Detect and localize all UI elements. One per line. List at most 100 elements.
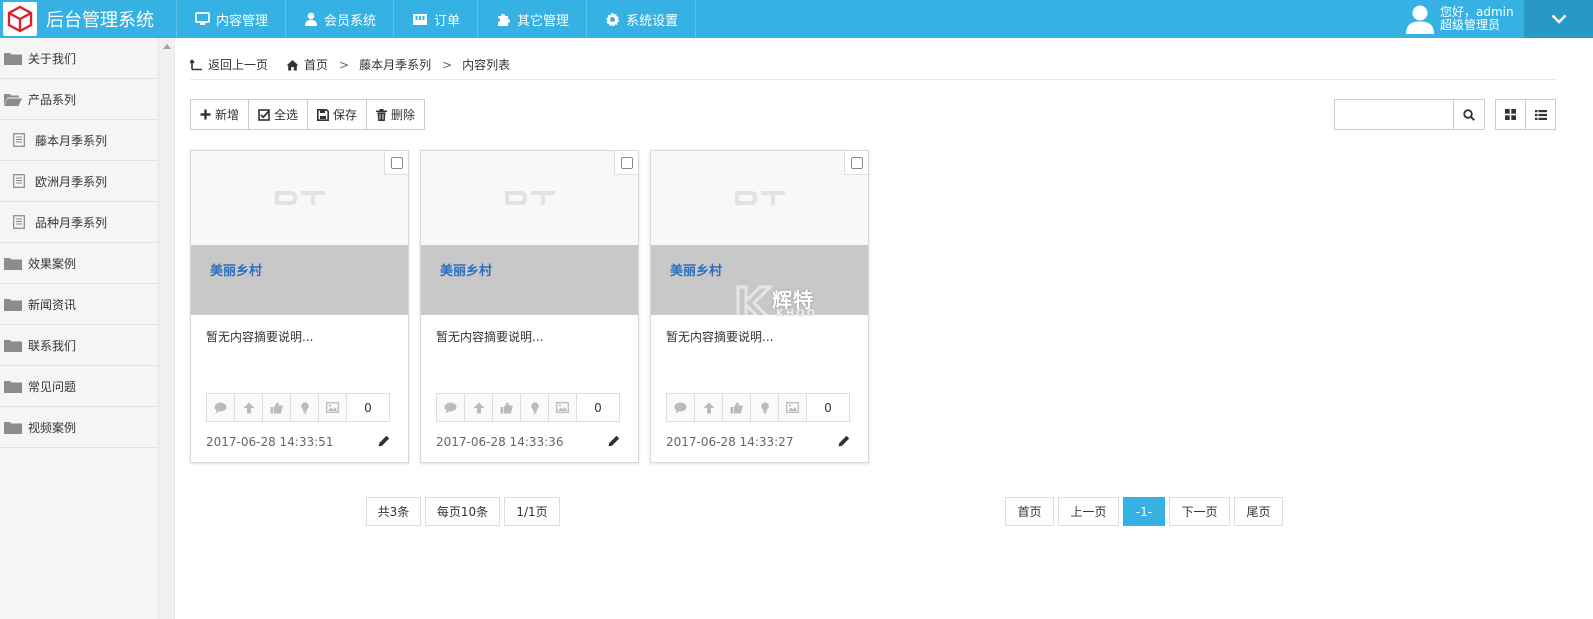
scroll-up-arrow-icon[interactable] <box>163 44 171 49</box>
logo[interactable]: 后台管理系统 <box>0 0 176 38</box>
comment-icon <box>674 402 687 413</box>
sidebar-item-climbing-rose[interactable]: 藤本月季系列 <box>0 120 158 161</box>
current-page-button[interactable]: -1- <box>1123 497 1165 526</box>
user-menu-toggle[interactable] <box>1524 0 1593 38</box>
watermark-subtext: KHOO <box>776 308 818 319</box>
sidebar-item-faq[interactable]: 常见问题 <box>0 366 158 407</box>
recommend-stat[interactable] <box>520 393 549 422</box>
search-button[interactable] <box>1454 99 1485 130</box>
grid-view-button[interactable] <box>1495 99 1526 130</box>
breadcrumb-home[interactable]: 首页 <box>286 56 328 73</box>
nav-other-management[interactable]: 其它管理 <box>478 0 588 38</box>
folder-icon <box>4 52 22 65</box>
trash-icon <box>376 108 388 121</box>
pencil-icon <box>608 435 620 447</box>
monitor-icon <box>195 12 210 25</box>
like-stat[interactable] <box>722 393 751 422</box>
top-stat[interactable] <box>464 393 493 422</box>
sidebar-item-videos[interactable]: 视频案例 <box>0 407 158 448</box>
delete-button[interactable]: 删除 <box>366 99 426 130</box>
card-title[interactable]: 美丽乡村 <box>440 260 492 279</box>
card-checkbox[interactable] <box>384 151 408 175</box>
last-page-button[interactable]: 尾页 <box>1234 497 1283 526</box>
toolbar: 新增 全选 保存 删除 <box>190 99 426 130</box>
back-link[interactable]: 返回上一页 <box>190 56 268 73</box>
edit-button[interactable] <box>838 435 850 450</box>
arrow-up-icon <box>473 402 484 413</box>
thumbs-up-icon <box>730 402 743 413</box>
stat-count: 0 <box>806 393 850 422</box>
top-stat[interactable] <box>234 393 263 422</box>
check-square-icon <box>258 108 270 121</box>
folder-icon <box>4 421 22 434</box>
card-date: 2017-06-28 14:33:27 <box>666 435 794 449</box>
checkbox-box <box>850 156 863 169</box>
sidebar-item-variety-rose[interactable]: 品种月季系列 <box>0 202 158 243</box>
select-all-button[interactable]: 全选 <box>248 99 309 130</box>
card-date: 2017-06-28 14:33:36 <box>436 435 564 449</box>
checkbox-box <box>390 156 403 169</box>
search-input[interactable] <box>1334 99 1454 130</box>
image-stat[interactable] <box>548 393 577 422</box>
edit-button[interactable] <box>378 435 390 450</box>
placeholder-logo-icon <box>504 191 555 205</box>
sidebar-item-contact[interactable]: 联系我们 <box>0 325 158 366</box>
top-bar: 后台管理系统 内容管理 会员系统 订单 其它管理 系统设置 您好，admin 超… <box>0 0 1593 38</box>
sidebar-item-news[interactable]: 新闻资讯 <box>0 284 158 325</box>
sidebar-item-cases[interactable]: 效果案例 <box>0 243 158 284</box>
sidebar-item-european-rose[interactable]: 欧洲月季系列 <box>0 161 158 202</box>
pencil-icon <box>838 435 850 447</box>
sidebar-item-products[interactable]: 产品系列 <box>0 79 158 120</box>
edit-button[interactable] <box>608 435 620 450</box>
card-thumbnail[interactable] <box>651 151 868 245</box>
sidebar-item-about[interactable]: 关于我们 <box>0 38 158 79</box>
card-thumbnail[interactable] <box>191 151 408 245</box>
nav-content-management[interactable]: 内容管理 <box>176 0 287 38</box>
card-summary: 暂无内容摘要说明... <box>436 330 544 344</box>
user-icon <box>305 12 318 26</box>
image-icon <box>786 402 799 413</box>
like-stat[interactable] <box>492 393 521 422</box>
comment-icon <box>214 402 227 413</box>
nav-member-system[interactable]: 会员系统 <box>286 0 395 38</box>
chevron-down-icon <box>1551 14 1566 24</box>
recommend-stat[interactable] <box>290 393 319 422</box>
image-stat[interactable] <box>318 393 347 422</box>
folder-open-icon <box>4 93 22 106</box>
breadcrumb: 返回上一页 首页 > 藤本月季系列 > 内容列表 <box>190 50 1556 80</box>
card-stats: 0 <box>436 393 620 422</box>
first-page-button[interactable]: 首页 <box>1005 497 1054 526</box>
back-arrow-icon <box>190 59 202 70</box>
sidebar-scrollbar[interactable] <box>159 38 175 619</box>
save-button[interactable]: 保存 <box>307 99 368 130</box>
comment-stat[interactable] <box>436 393 465 422</box>
lightbulb-icon <box>300 401 309 414</box>
sidebar: 关于我们 产品系列 藤本月季系列 欧洲月季系列 品种月季系列 效果案例 新闻资讯… <box>0 38 159 619</box>
thumbs-up-icon <box>270 402 283 413</box>
card-checkbox[interactable] <box>844 151 868 175</box>
breadcrumb-category[interactable]: 藤本月季系列 <box>359 56 431 73</box>
nav-orders[interactable]: 订单 <box>394 0 479 38</box>
arrow-up-icon <box>243 402 254 413</box>
card-title[interactable]: 美丽乡村 <box>670 260 722 279</box>
recommend-stat[interactable] <box>750 393 779 422</box>
image-stat[interactable] <box>778 393 807 422</box>
user-info[interactable]: 您好，admin 超级管理员 <box>1406 0 1524 38</box>
card-title[interactable]: 美丽乡村 <box>210 260 262 279</box>
comment-stat[interactable] <box>666 393 695 422</box>
arrow-up-icon <box>703 402 714 413</box>
gear-icon <box>606 11 620 27</box>
top-stat[interactable] <box>694 393 723 422</box>
add-button[interactable]: 新增 <box>190 99 250 130</box>
list-view-button[interactable] <box>1525 99 1556 130</box>
card-thumbnail[interactable] <box>421 151 638 245</box>
like-stat[interactable] <box>262 393 291 422</box>
next-page-button[interactable]: 下一页 <box>1169 497 1230 526</box>
card-checkbox[interactable] <box>614 151 638 175</box>
watermark-k-icon <box>736 285 774 321</box>
nav-system-settings[interactable]: 系统设置 <box>587 0 697 38</box>
document-icon <box>13 133 27 147</box>
image-icon <box>326 402 339 413</box>
prev-page-button[interactable]: 上一页 <box>1058 497 1119 526</box>
comment-stat[interactable] <box>206 393 235 422</box>
